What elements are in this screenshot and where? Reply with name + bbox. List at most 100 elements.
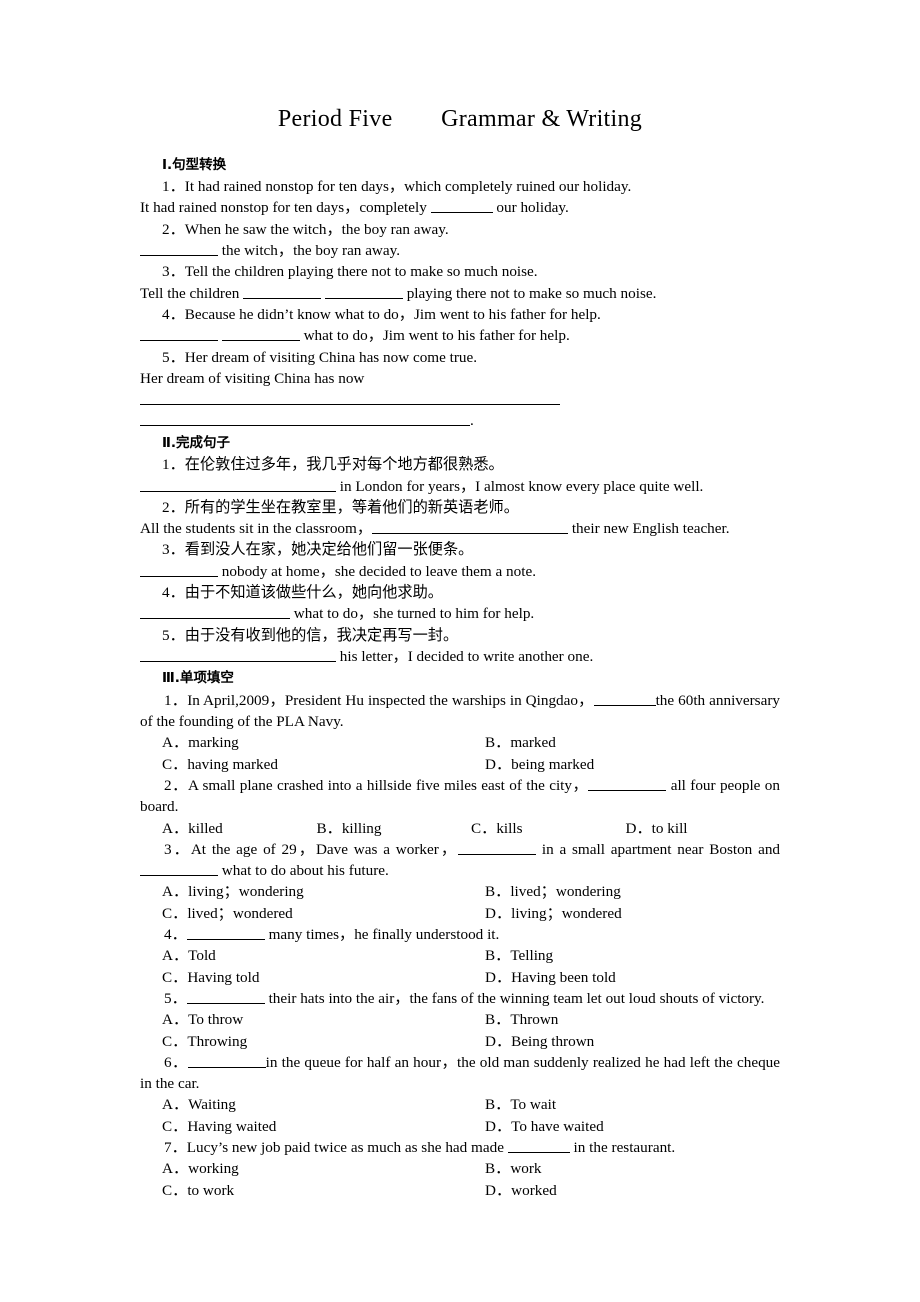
answer-text-post: the witch，the boy ran away.: [218, 242, 401, 260]
mcq-1-options-row-1: A．marking B．marked: [140, 732, 780, 753]
question-1-answer-line: It had rained nonstop for ten days，compl…: [140, 197, 780, 218]
option-c[interactable]: C．Having told: [162, 967, 471, 988]
blank-field[interactable]: [140, 390, 560, 406]
mcq-5-stem: 5． their hats into the air，the fans of t…: [140, 988, 780, 1009]
option-d[interactable]: D．to kill: [626, 818, 781, 839]
sentence-4-chinese: 4．由于不知道该做些什么，她向他求助。: [162, 584, 443, 602]
mcq-3-stem: 3．At the age of 29，Dave was a worker， in…: [140, 839, 780, 882]
option-a[interactable]: A．To throw: [162, 1009, 471, 1030]
option-d[interactable]: D．Being thrown: [471, 1031, 780, 1052]
blank-field[interactable]: [243, 283, 322, 299]
option-a[interactable]: A．killed: [162, 818, 317, 839]
blank-field[interactable]: [430, 198, 493, 214]
option-b[interactable]: B．To wait: [471, 1094, 780, 1115]
blank-field[interactable]: [588, 776, 667, 791]
option-a[interactable]: A．living；wondering: [162, 881, 471, 902]
section-heading-one: Ⅰ.句型转换: [162, 156, 227, 173]
stem-text-mid: in a small apartment near Boston and: [536, 840, 781, 858]
answer-text-post: playing there not to make so much noise.: [402, 284, 657, 302]
stem-text-post: what to do about his future.: [218, 862, 389, 880]
option-a[interactable]: A．Waiting: [162, 1094, 471, 1115]
option-c[interactable]: C．lived；wondered: [162, 903, 471, 924]
blank-field[interactable]: [221, 326, 300, 342]
mcq-4-options-row-1: A．Told B．Telling: [140, 945, 780, 966]
answer-text-post: .: [470, 412, 474, 430]
mcq-3-options-row-2: C．lived；wondered D．living；wondered: [140, 903, 780, 924]
option-b[interactable]: B．lived；wondering: [471, 881, 780, 902]
blank-field[interactable]: [186, 925, 265, 941]
option-d[interactable]: D．worked: [471, 1180, 780, 1201]
blank-field[interactable]: [507, 1138, 570, 1154]
stem-text-pre: 4．: [164, 926, 187, 944]
blank-field[interactable]: [187, 1052, 266, 1068]
stem-text-pre: 2．A small plane crashed into a hillside …: [164, 777, 589, 794]
option-c[interactable]: C．Having waited: [162, 1116, 471, 1137]
blank-field[interactable]: [140, 604, 290, 620]
option-b[interactable]: B．killing: [317, 818, 472, 839]
option-d[interactable]: D．Having been told: [471, 967, 780, 988]
blank-field[interactable]: [593, 690, 656, 706]
question-3-answer-line: Tell the children playing there not to m…: [140, 283, 780, 304]
option-c[interactable]: C．kills: [471, 818, 626, 839]
sentence-1-english: in London for years，I almost know every …: [140, 476, 780, 497]
mcq-6-options-row-1: A．Waiting B．To wait: [140, 1094, 780, 1115]
mcq-7-stem: 7．Lucy’s new job paid twice as much as s…: [140, 1137, 780, 1158]
mcq-1-options-row-2: C．having marked D．being marked: [140, 754, 780, 775]
answer-text-pre: Her dream of visiting China has now: [140, 369, 369, 387]
blank-field[interactable]: [372, 519, 569, 535]
question-4-answer-line: what to do，Jim went to his father for he…: [140, 325, 780, 346]
option-b[interactable]: B．Thrown: [471, 1009, 780, 1030]
option-c[interactable]: C．having marked: [162, 754, 471, 775]
blank-field[interactable]: [140, 561, 218, 577]
mcq-5-options-row-2: C．Throwing D．Being thrown: [140, 1031, 780, 1052]
answer-text-pre: Tell the children: [140, 284, 244, 302]
mcq-3-options-row-1: A．living；wondering B．lived；wondering: [140, 881, 780, 902]
mcq-6-options-row-2: C．Having waited D．To have waited: [140, 1116, 780, 1137]
question-1-stem: 1．It had rained nonstop for ten days，whi…: [162, 178, 632, 196]
blank-field[interactable]: [140, 476, 336, 492]
option-c[interactable]: C．Throwing: [162, 1031, 471, 1052]
stem-text-pre: 5．: [164, 989, 187, 1007]
mcq-7-options-row-1: A．working B．work: [140, 1158, 780, 1179]
answer-text-post: our holiday.: [492, 199, 569, 217]
sentence-text-post: their new English teacher.: [568, 520, 730, 538]
blank-field[interactable]: [140, 326, 218, 342]
option-c[interactable]: C．to work: [162, 1180, 471, 1201]
option-b[interactable]: B．work: [471, 1158, 780, 1179]
mcq-6-stem: 6． in the queue for half an hour，the old …: [140, 1052, 780, 1095]
option-b[interactable]: B．marked: [471, 732, 780, 753]
option-a[interactable]: A．working: [162, 1158, 471, 1179]
option-a[interactable]: A．marking: [162, 732, 471, 753]
blank-field[interactable]: [140, 241, 218, 257]
option-b[interactable]: B．Telling: [471, 945, 780, 966]
stem-text-post: in the restaurant.: [569, 1139, 676, 1157]
stem-text-pre: 3．At the age of 29，Dave was a worker，: [164, 840, 459, 858]
blank-field[interactable]: [458, 839, 537, 855]
blank-field[interactable]: [140, 411, 470, 427]
stem-text-pre: 7．Lucy’s new job paid twice as much as s…: [164, 1139, 508, 1157]
option-a[interactable]: A．Told: [162, 945, 471, 966]
option-d[interactable]: D．living；wondered: [471, 903, 780, 924]
stem-text-pre: 6．: [164, 1053, 188, 1071]
blank-field[interactable]: [140, 861, 218, 877]
page-title: Period Five Grammar & Writing: [277, 106, 643, 132]
sentence-text-pre: All the students sit in the classroom，: [140, 520, 373, 538]
option-d[interactable]: D．being marked: [471, 754, 780, 775]
section-heading-three: Ⅲ.单项填空: [162, 670, 234, 687]
blank-field[interactable]: [140, 647, 336, 662]
sentence-5-english: his letter，I decided to write another on…: [140, 646, 780, 667]
worksheet-page: Period Five Grammar & Writing Ⅰ.句型转换 1．I…: [0, 0, 920, 1302]
question-4-stem: 4．Because he didn’t know what to do，Jim …: [162, 305, 601, 323]
blank-field[interactable]: [324, 283, 403, 299]
sentence-text-post: his letter，I decided to write another on…: [336, 647, 594, 665]
blank-field[interactable]: [186, 989, 265, 1004]
sentence-3-chinese: 3．看到没人在家，她决定给他们留一张便条。: [162, 541, 474, 559]
stem-text-pre: 1．In April,2009，President Hu inspected t…: [164, 691, 594, 709]
sentence-text-post: nobody at home，she decided to leave them…: [218, 562, 536, 580]
mcq-1-stem: 1．In April,2009，President Hu inspected t…: [140, 690, 780, 733]
option-d[interactable]: D．To have waited: [471, 1116, 780, 1137]
mcq-4-options-row-2: C．Having told D．Having been told: [140, 967, 780, 988]
sentence-4-english: what to do，she turned to him for help.: [140, 603, 780, 624]
sentence-1-chinese: 1．在伦敦住过多年，我几乎对每个地方都很熟悉。: [162, 456, 504, 474]
sentence-text-post: in London for years，I almost know every …: [336, 477, 704, 495]
